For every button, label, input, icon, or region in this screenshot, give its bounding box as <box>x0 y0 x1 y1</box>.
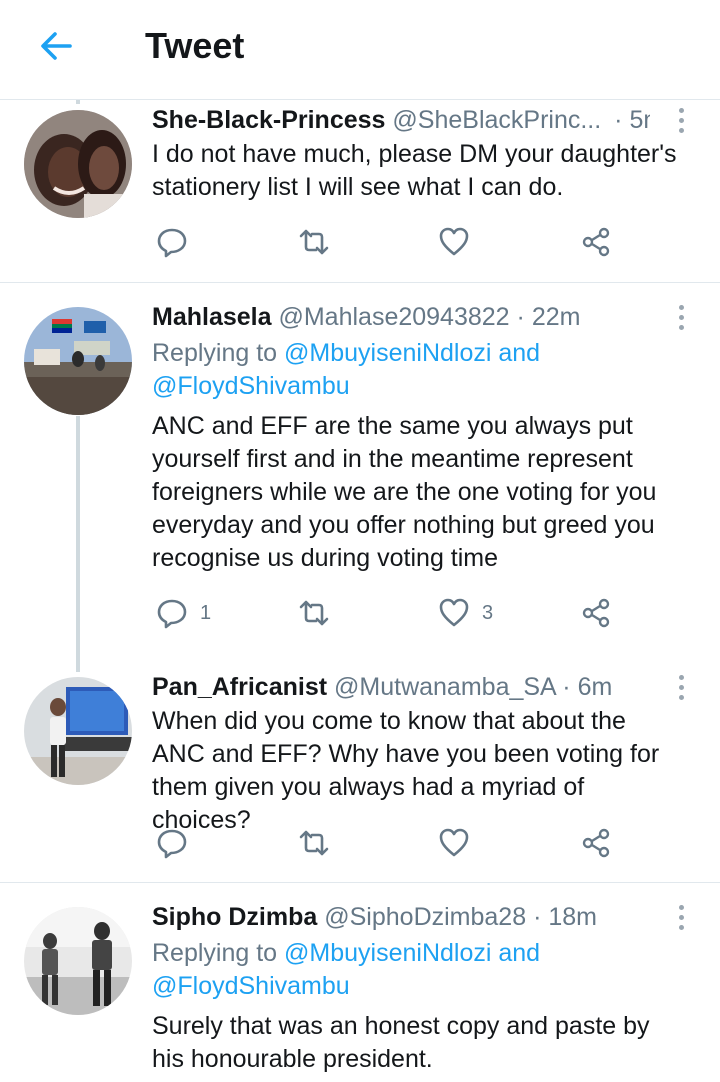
tweet-header: Pan_Africanist @Mutwanamba_SA · 6m <box>152 669 650 705</box>
tweet[interactable]: Pan_Africanist @Mutwanamba_SA · 6m When … <box>0 663 720 882</box>
retweet-button[interactable] <box>298 591 330 635</box>
tweet-header: She-Black-Princess @SheBlackPrinc... · 5… <box>152 102 650 138</box>
like-button[interactable] <box>438 821 470 865</box>
share-button[interactable] <box>580 220 612 264</box>
back-button[interactable] <box>34 24 78 68</box>
reply-icon <box>157 829 187 859</box>
mention-link[interactable]: @FloydShivambu <box>152 972 350 1000</box>
tweet[interactable]: Sipho Dzimba @SiphoDzimba28 · 18m Replyi… <box>0 883 720 1082</box>
separator-dot: · <box>614 106 623 134</box>
user-handle[interactable]: @SiphoDzimba28 <box>324 903 526 931</box>
tweet-header: Sipho Dzimba @SiphoDzimba28 · 18m <box>152 899 650 935</box>
avatar[interactable] <box>24 677 132 785</box>
action-bar: 1 3 <box>152 591 632 635</box>
share-icon <box>582 227 610 257</box>
separator-dot: · <box>516 303 525 331</box>
share-icon <box>582 828 610 858</box>
replying-prefix: Replying to <box>152 939 278 967</box>
tweet[interactable]: Mahlasela @Mahlase20943822 · 22m Replyin… <box>0 283 720 663</box>
action-bar <box>152 821 632 865</box>
avatar[interactable] <box>24 907 132 1015</box>
retweet-icon <box>299 830 329 856</box>
mention-link[interactable]: @MbuyiseniNdlozi and <box>284 339 540 367</box>
share-button[interactable] <box>580 821 612 865</box>
reply-button[interactable] <box>156 821 188 865</box>
like-button[interactable] <box>438 220 470 264</box>
tweet-header: Mahlasela @Mahlase20943822 · 22m <box>152 299 650 335</box>
avatar-image <box>24 677 132 785</box>
tweet-text: I do not have much, please DM your daugh… <box>152 140 677 201</box>
reply-icon <box>157 599 187 629</box>
timestamp: 18m <box>548 903 597 931</box>
like-count: 3 <box>482 601 494 624</box>
more-vertical-icon <box>678 304 684 310</box>
avatar[interactable] <box>24 307 132 415</box>
tweet-text: ANC and EFF are the same you always put … <box>152 412 657 572</box>
display-name[interactable]: Mahlasela <box>152 303 272 331</box>
user-handle[interactable]: @Mutwanamba_SA <box>334 673 555 701</box>
reply-icon <box>157 228 187 258</box>
like-button[interactable]: 3 <box>438 591 493 635</box>
retweet-icon <box>299 600 329 626</box>
avatar-image <box>24 907 132 1015</box>
timestamp: 5m <box>629 106 650 134</box>
timestamp: 6m <box>577 673 613 701</box>
thread-line <box>76 416 80 672</box>
action-bar <box>152 220 632 264</box>
more-options-button[interactable] <box>670 102 692 138</box>
heart-icon <box>439 828 469 857</box>
share-button[interactable] <box>580 591 612 635</box>
separator-dot: · <box>533 903 542 931</box>
display-name[interactable]: She-Black-Princess <box>152 106 385 134</box>
user-handle[interactable]: @Mahlase20943822 <box>278 303 509 331</box>
retweet-button[interactable] <box>298 821 330 865</box>
heart-icon <box>439 598 469 627</box>
back-arrow-icon <box>41 32 72 60</box>
mention-link[interactable]: @FloydShivambu <box>152 372 350 400</box>
user-handle[interactable]: @SheBlackPrinc... <box>392 106 601 134</box>
retweet-button[interactable] <box>298 220 330 264</box>
reply-button[interactable]: 1 <box>156 591 211 635</box>
reply-count: 1 <box>200 601 212 624</box>
share-icon <box>582 598 610 628</box>
replying-to: Replying to @MbuyiseniNdlozi and @FloydS… <box>152 937 660 1003</box>
avatar[interactable] <box>24 110 132 218</box>
retweet-icon <box>299 229 329 255</box>
more-vertical-icon <box>678 904 684 910</box>
page-title: Tweet <box>145 25 245 66</box>
more-options-button[interactable] <box>670 299 692 335</box>
more-options-button[interactable] <box>670 669 692 705</box>
tweet-text: When did you come to know that about the… <box>152 707 660 834</box>
display-name[interactable]: Sipho Dzimba <box>152 903 317 931</box>
more-vertical-icon <box>678 107 684 113</box>
tweet[interactable]: She-Black-Princess @SheBlackPrinc... · 5… <box>0 100 720 282</box>
display-name[interactable]: Pan_Africanist <box>152 673 327 701</box>
replying-prefix: Replying to <box>152 339 278 367</box>
more-vertical-icon <box>678 674 684 680</box>
avatar-image <box>24 110 132 218</box>
more-options-button[interactable] <box>670 899 692 935</box>
tweet-text: Surely that was an honest copy and paste… <box>152 1012 650 1073</box>
top-app-bar: Tweet <box>0 0 720 100</box>
replying-to: Replying to @MbuyiseniNdlozi and @FloydS… <box>152 337 660 403</box>
reply-button[interactable] <box>156 220 188 264</box>
heart-icon <box>439 227 469 256</box>
avatar-image <box>24 307 132 415</box>
separator-dot: · <box>562 673 571 701</box>
mention-link[interactable]: @MbuyiseniNdlozi and <box>284 939 540 967</box>
timestamp: 22m <box>531 303 581 331</box>
